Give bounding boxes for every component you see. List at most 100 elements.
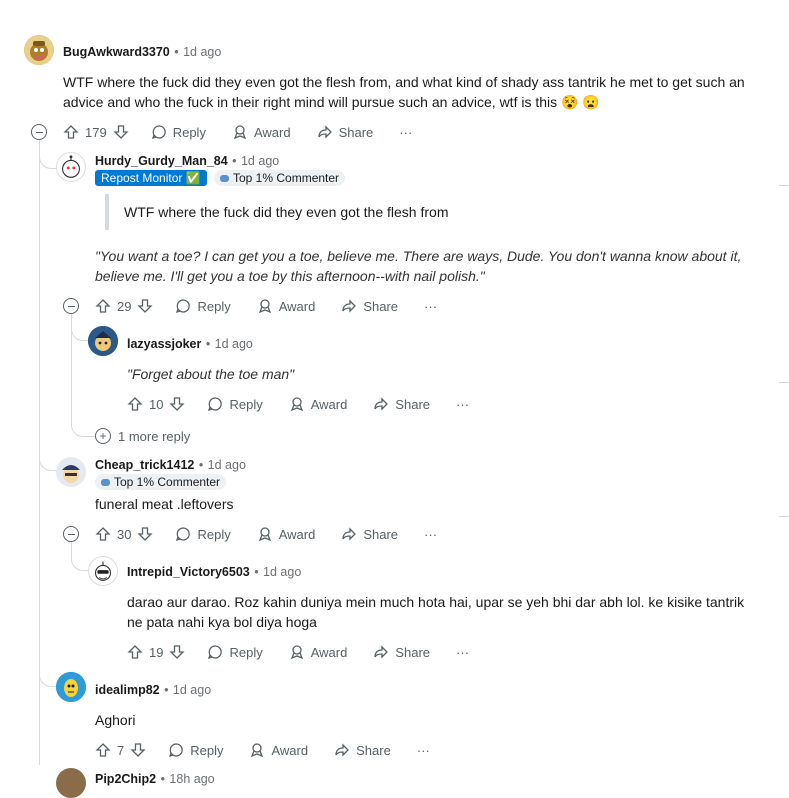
- award-button[interactable]: Award: [249, 742, 308, 758]
- vote-count: 10: [149, 396, 164, 412]
- emoji-icon: 😵 😦: [561, 94, 600, 110]
- downvote-icon: [137, 299, 154, 313]
- share-button[interactable]: Share: [341, 298, 398, 314]
- avatar[interactable]: [56, 768, 86, 798]
- share-button[interactable]: Share: [317, 124, 373, 140]
- upvote-button[interactable]: [127, 396, 143, 412]
- share-button[interactable]: Share: [341, 526, 398, 542]
- downvote-icon: [130, 743, 146, 757]
- plus-circle-icon: +: [95, 428, 111, 444]
- timestamp[interactable]: 18h ago: [169, 772, 214, 786]
- comment-body: "You want a toe? I can get you a toe, be…: [95, 248, 742, 284]
- more-options-button[interactable]: ···: [399, 125, 412, 140]
- upvote-icon: [95, 527, 111, 541]
- downvote-icon: [169, 645, 186, 659]
- avatar[interactable]: [56, 672, 86, 702]
- collapse-thread-button[interactable]: [31, 124, 47, 140]
- comment-icon: [151, 125, 166, 140]
- downvote-button[interactable]: [130, 742, 146, 758]
- avatar[interactable]: [56, 152, 86, 182]
- upvote-icon: [95, 299, 111, 313]
- comment-body: WTF where the fuck did they even got the…: [63, 74, 745, 110]
- username[interactable]: BugAwkward3370: [63, 45, 170, 59]
- share-icon: [317, 125, 332, 139]
- downvote-button[interactable]: [113, 124, 129, 140]
- downvote-button[interactable]: [137, 526, 154, 542]
- username[interactable]: Hurdy_Gurdy_Man_84: [95, 154, 228, 168]
- award-button[interactable]: Award: [289, 644, 347, 660]
- thread-connector: [71, 418, 96, 437]
- share-icon: [335, 743, 350, 757]
- comment-actions: 7 Reply Award Share ···: [95, 740, 430, 760]
- share-icon: [342, 299, 357, 313]
- comment-actions: 179 Reply Award Share ···: [63, 122, 412, 142]
- more-replies-button[interactable]: + 1 more reply: [95, 428, 190, 444]
- upvote-button[interactable]: [63, 124, 79, 140]
- comment-icon: [208, 397, 223, 412]
- username[interactable]: lazyassjoker: [127, 337, 201, 351]
- comment-header: idealimp82 • 1d ago: [95, 683, 212, 697]
- award-button[interactable]: Award: [257, 526, 315, 542]
- reply-button[interactable]: Reply: [175, 526, 231, 542]
- timestamp[interactable]: 1d ago: [241, 154, 279, 168]
- more-options-button[interactable]: ···: [417, 743, 430, 758]
- more-options-button[interactable]: ···: [456, 645, 469, 660]
- comment-body: "Forget about the toe man": [127, 366, 295, 382]
- reply-button[interactable]: Reply: [168, 742, 223, 758]
- reply-button[interactable]: Reply: [175, 298, 231, 314]
- collapse-thread-button[interactable]: [63, 298, 79, 314]
- top-commenter-badge: Top 1% Commenter: [95, 474, 227, 490]
- reply-button[interactable]: Reply: [207, 644, 263, 660]
- avatar[interactable]: [88, 326, 118, 356]
- share-icon: [342, 527, 357, 541]
- timestamp[interactable]: 1d ago: [215, 337, 253, 351]
- timestamp[interactable]: 1d ago: [183, 45, 221, 59]
- collapse-thread-button[interactable]: [63, 526, 79, 542]
- vote-count: 29: [117, 298, 132, 314]
- blockquote: WTF where the fuck did they even got the…: [124, 204, 449, 220]
- comment-header: Hurdy_Gurdy_Man_84 • 1d ago: [95, 154, 280, 168]
- timestamp[interactable]: 1d ago: [263, 565, 301, 579]
- share-button[interactable]: Share: [373, 644, 430, 660]
- comment-actions: 29 Reply Award Share ···: [95, 296, 437, 316]
- upvote-button[interactable]: [95, 742, 111, 758]
- timestamp[interactable]: 1d ago: [208, 458, 246, 472]
- downvote-button[interactable]: [137, 298, 154, 314]
- reply-button[interactable]: Reply: [151, 124, 206, 140]
- upvote-button[interactable]: [95, 298, 111, 314]
- award-button[interactable]: Award: [257, 298, 315, 314]
- comment-header: Cheap_trick1412 • 1d ago: [95, 458, 246, 472]
- divider: [779, 516, 789, 517]
- award-button[interactable]: Award: [232, 124, 291, 140]
- downvote-icon: [137, 527, 154, 541]
- upvote-button[interactable]: [127, 644, 143, 660]
- avatar[interactable]: [88, 556, 118, 586]
- award-button[interactable]: Award: [289, 396, 347, 412]
- timestamp[interactable]: 1d ago: [173, 683, 211, 697]
- more-options-button[interactable]: ···: [424, 527, 437, 542]
- share-button[interactable]: Share: [373, 396, 430, 412]
- downvote-icon: [113, 125, 129, 139]
- upvote-button[interactable]: [95, 526, 111, 542]
- username[interactable]: Cheap_trick1412: [95, 458, 194, 472]
- avatar[interactable]: [56, 457, 86, 487]
- comment-actions: 19 Reply Award Share ···: [127, 642, 469, 662]
- comment-icon: [208, 645, 223, 660]
- top-commenter-badge: Top 1% Commenter: [214, 170, 346, 186]
- award-icon: [251, 743, 264, 758]
- username[interactable]: Intrepid_Victory6503: [127, 565, 250, 579]
- more-options-button[interactable]: ···: [456, 397, 469, 412]
- reply-button[interactable]: Reply: [207, 396, 263, 412]
- share-button[interactable]: Share: [334, 742, 391, 758]
- downvote-button[interactable]: [169, 396, 186, 412]
- more-options-button[interactable]: ···: [424, 299, 437, 314]
- comment-icon: [176, 299, 191, 314]
- share-icon: [374, 645, 389, 659]
- comment-header: Pip2Chip2 • 18h ago: [95, 772, 215, 786]
- username[interactable]: idealimp82: [95, 683, 160, 697]
- downvote-button[interactable]: [169, 644, 186, 660]
- username[interactable]: Pip2Chip2: [95, 772, 156, 786]
- award-icon: [258, 299, 271, 314]
- avatar[interactable]: [24, 35, 54, 65]
- comment-body: funeral meat .leftovers: [95, 496, 234, 512]
